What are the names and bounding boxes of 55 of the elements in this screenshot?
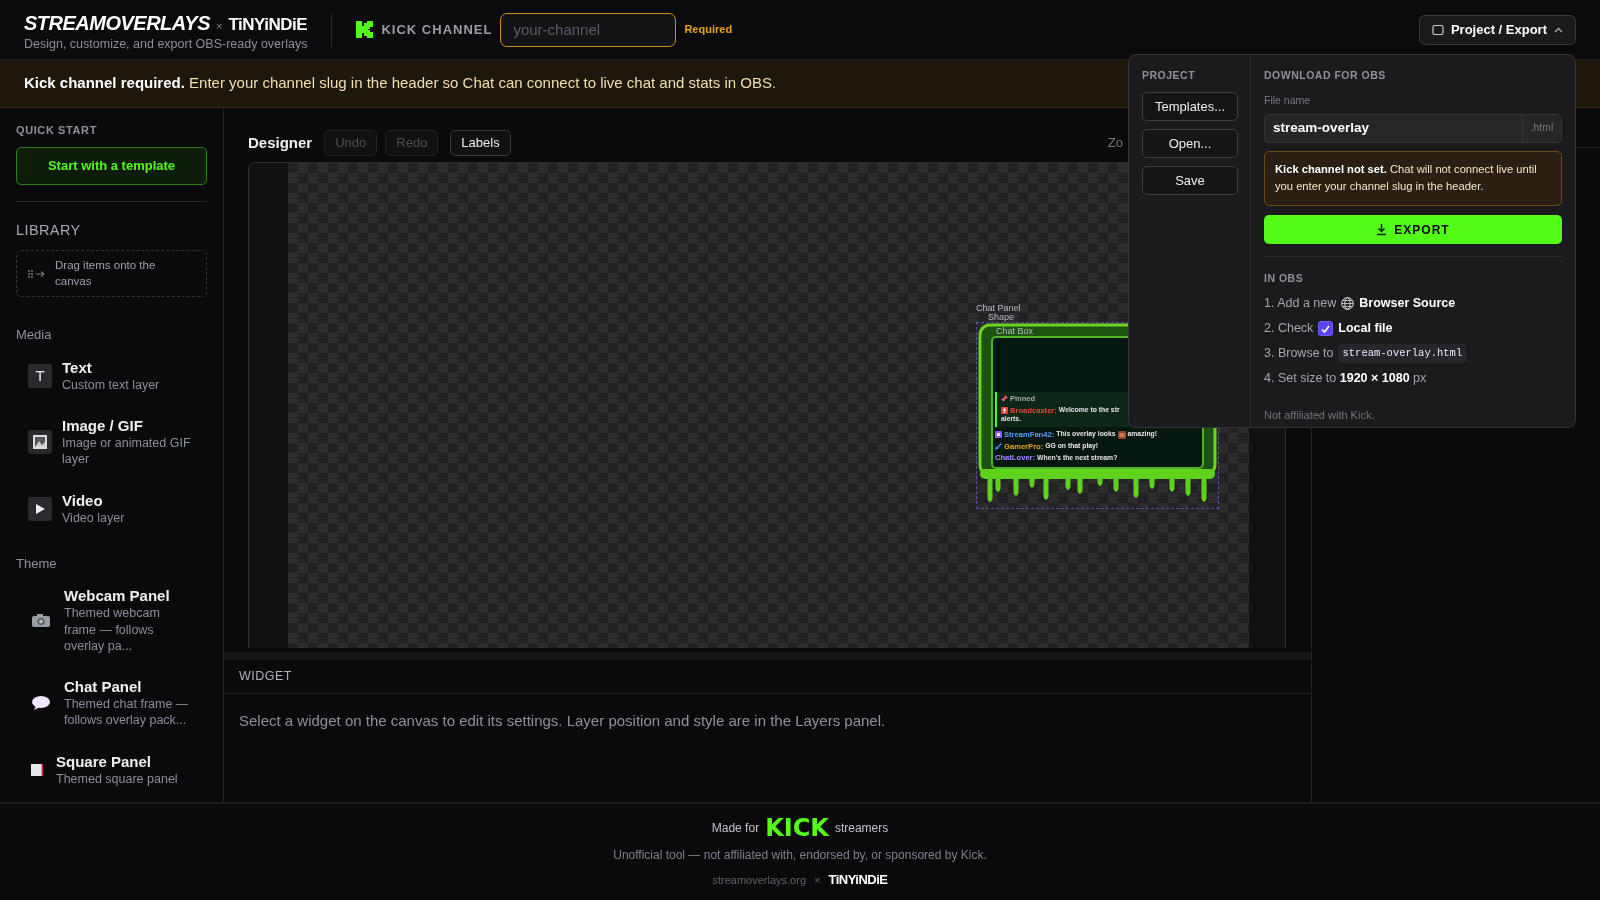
section-heading: PROJECT bbox=[1142, 68, 1197, 83]
zoom-label: Zo bbox=[1107, 134, 1123, 153]
step-text: 2. Check bbox=[1264, 320, 1314, 338]
section-heading: DOWNLOAD FOR OBS bbox=[1264, 68, 1387, 83]
section-heading: QUICK START bbox=[16, 123, 98, 138]
toolbar-button[interactable]: Labels bbox=[450, 130, 511, 156]
designer-title: Designer bbox=[248, 132, 313, 153]
channel-input[interactable]: your-channel bbox=[500, 12, 677, 47]
library-item[interactable]: Video Video layer bbox=[16, 491, 207, 526]
project-export-button[interactable]: Project / Export bbox=[1418, 14, 1576, 45]
step-text: 3. Browse to bbox=[1264, 345, 1334, 363]
library-item[interactable]: Square Panel Themed square panel bbox=[16, 752, 207, 787]
partner-logo: TiNYiNDiE bbox=[828, 871, 888, 889]
library-item[interactable]: Webcam Panel Themed webcam frame — follows overlay pa... bbox=[16, 587, 207, 655]
layer-label: Chat Panel bbox=[976, 304, 1021, 313]
empty-message: Select a widget on the canvas to edit its settings. Layer position and style are in the Layers panel. bbox=[238, 711, 887, 731]
file-name: stream-overlay.html bbox=[1338, 343, 1467, 364]
footer-text: Made for bbox=[711, 820, 760, 837]
required-label: Required bbox=[684, 22, 733, 38]
layer-label: Shape bbox=[988, 313, 1015, 322]
panel-title: WIDGET bbox=[239, 668, 292, 686]
channel-label: KICK CHANNEL bbox=[381, 20, 493, 39]
kick-logo: KICK bbox=[765, 816, 829, 840]
separator: × bbox=[216, 18, 223, 34]
library-item[interactable]: Image / GIF Image or animated GIF layer bbox=[16, 417, 207, 468]
project-button[interactable]: Open... bbox=[1142, 128, 1238, 158]
brand-logo: STREAMOVERLAYS bbox=[24, 10, 210, 36]
text-icon: T bbox=[28, 363, 52, 388]
step-label: Browser Source bbox=[1359, 295, 1456, 313]
file-name-field[interactable]: stream-overlay bbox=[1264, 113, 1522, 143]
drag-hint: Drag items onto the canvas bbox=[16, 250, 207, 298]
file-extension: .html bbox=[1522, 113, 1562, 143]
step-text: 1. Add a new bbox=[1264, 295, 1337, 313]
separator: × bbox=[814, 872, 821, 888]
section-heading: IN OBS bbox=[1264, 271, 1305, 287]
project-button[interactable]: Templates... bbox=[1142, 91, 1238, 121]
layer-label: Chat Box bbox=[996, 327, 1034, 336]
export-button[interactable]: EXPORT bbox=[1264, 215, 1562, 245]
note-text: Not affiliated with Kick. bbox=[1264, 408, 1376, 424]
field-label: File name bbox=[1264, 92, 1312, 108]
tagline: Design, customize, and export OBS-ready overlays bbox=[24, 37, 308, 52]
warning-message: Kick channel not set. Chat will not connect live until you enter your channel slug in the header. bbox=[1264, 150, 1562, 207]
library-item[interactable]: Chat Panel Themed chat frame — follows overlay pack... bbox=[16, 678, 207, 729]
section-heading: Theme bbox=[16, 554, 58, 573]
section-heading: Media bbox=[16, 326, 53, 345]
step-text: 4. Set size to 1920 × 1080 px bbox=[1264, 370, 1427, 388]
footer-text: streamers bbox=[834, 820, 889, 837]
section-heading: LIBRARY bbox=[16, 220, 82, 240]
partner-logo: TiNYiNDiE bbox=[228, 13, 308, 36]
library-item[interactable]: T Text Custom text layer bbox=[16, 358, 207, 394]
step-label: Local file bbox=[1338, 320, 1393, 338]
warning-message: Kick channel required. Enter your channel slug in the header so Chat can connect to live chat and stats in OBS. bbox=[24, 73, 777, 94]
disclaimer: Unofficial tool — not affiliated with, endorsed by, or sponsored by Kick. bbox=[613, 847, 987, 864]
project-button[interactable]: Save bbox=[1142, 165, 1238, 195]
template-button[interactable]: Start with a template bbox=[16, 146, 207, 185]
